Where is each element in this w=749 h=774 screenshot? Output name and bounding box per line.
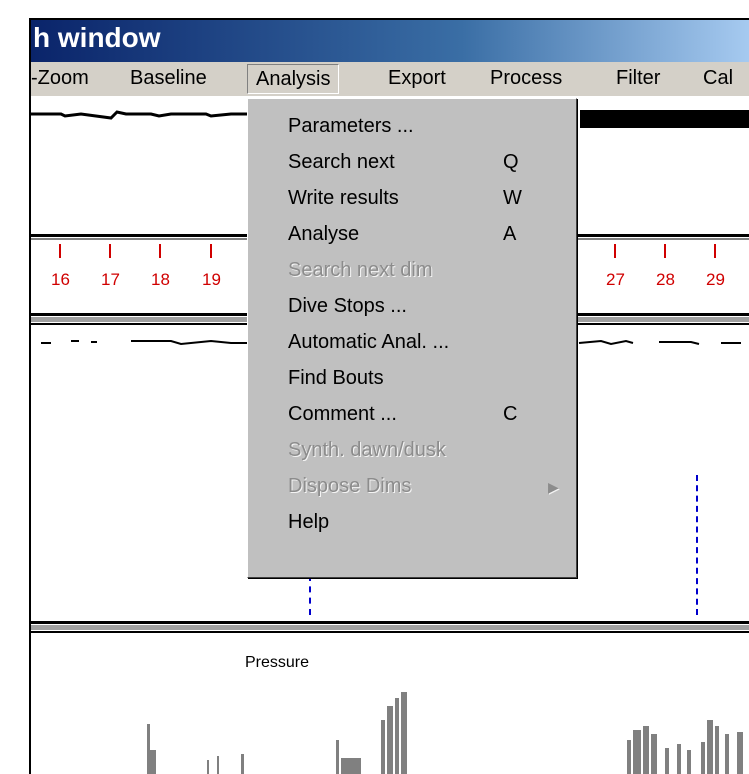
time-tick [109, 244, 111, 258]
time-tick [159, 244, 161, 258]
time-tick [714, 244, 716, 258]
menu-item-shortcut: A [503, 223, 517, 245]
menu-item-label: Help [288, 511, 330, 533]
time-tick-label: 18 [151, 270, 170, 289]
menu-filter[interactable]: Filter [616, 64, 660, 94]
time-tick-label: 16 [51, 270, 70, 289]
blue-marker-1 [309, 575, 311, 615]
panel-divider-2 [31, 621, 749, 624]
time-tick-label: 29 [706, 270, 725, 289]
panel-divider-2b [31, 625, 749, 630]
title-bar: h window [31, 20, 749, 62]
menu-item-search-next[interactable]: Search next Q [248, 147, 574, 181]
menu-item-dispose-dims: Dispose Dims ▶ [248, 471, 574, 505]
analysis-dropdown-menu: Parameters ... Search next Q Write resul… [247, 98, 577, 578]
menu-item-automatic-anal[interactable]: Automatic Anal. ... [248, 327, 574, 361]
menu-item-label: Write results [288, 187, 399, 209]
application-window: h window -Zoom Baseline Analysis Export … [31, 20, 749, 774]
time-tick [210, 244, 212, 258]
pressure-label: Pressure [245, 654, 310, 671]
time-tick [59, 244, 61, 258]
menu-item-search-next-dim: Search next dim [248, 255, 574, 289]
menu-item-label: Comment ... [288, 403, 397, 425]
menu-item-label: Find Bouts [288, 367, 384, 389]
menu-item-synth-dawn-dusk: Synth. dawn/dusk [248, 435, 574, 469]
menu-export[interactable]: Export [388, 64, 446, 94]
menu-item-shortcut: Q [503, 151, 519, 173]
menu-bar: -Zoom Baseline Analysis Export Process F… [31, 62, 749, 96]
panel-divider-2c [31, 631, 749, 633]
menu-zoom[interactable]: -Zoom [31, 64, 89, 94]
menu-item-analyse[interactable]: Analyse A [248, 219, 574, 253]
window-title: h window [33, 22, 161, 53]
time-tick-label: 17 [101, 270, 120, 289]
time-tick-label: 19 [202, 270, 221, 289]
menu-cal[interactable]: Cal [703, 64, 733, 94]
menu-item-label: Analyse [288, 223, 360, 245]
menu-item-parameters[interactable]: Parameters ... [248, 111, 574, 145]
menu-item-label: Parameters ... [288, 115, 414, 137]
time-tick-label: 27 [606, 270, 625, 289]
menu-item-label: Search next dim [288, 259, 433, 281]
menu-analysis[interactable]: Analysis [247, 64, 340, 94]
menu-item-help[interactable]: Help [248, 507, 574, 541]
time-tick [614, 244, 616, 258]
pressure-trace [147, 692, 743, 774]
menu-process[interactable]: Process [490, 64, 562, 94]
menu-item-label: Dispose Dims [288, 475, 412, 497]
menu-item-shortcut: W [503, 187, 522, 209]
menu-baseline[interactable]: Baseline [130, 64, 207, 94]
submenu-arrow-icon: ▶ [548, 479, 559, 495]
time-tick [664, 244, 666, 258]
menu-item-write-results[interactable]: Write results W [248, 183, 574, 217]
time-tick-label: 28 [656, 270, 675, 289]
menu-item-shortcut: C [503, 403, 518, 425]
menu-item-find-bouts[interactable]: Find Bouts [248, 363, 574, 397]
menu-item-comment[interactable]: Comment ... C [248, 399, 574, 433]
menu-item-label: Search next [288, 151, 395, 173]
menu-item-dive-stops[interactable]: Dive Stops ... [248, 291, 574, 325]
blue-marker-2 [696, 475, 698, 615]
menu-item-label: Automatic Anal. ... [288, 331, 450, 353]
menu-item-label: Synth. dawn/dusk [288, 439, 446, 461]
menu-item-label: Dive Stops ... [288, 295, 407, 317]
